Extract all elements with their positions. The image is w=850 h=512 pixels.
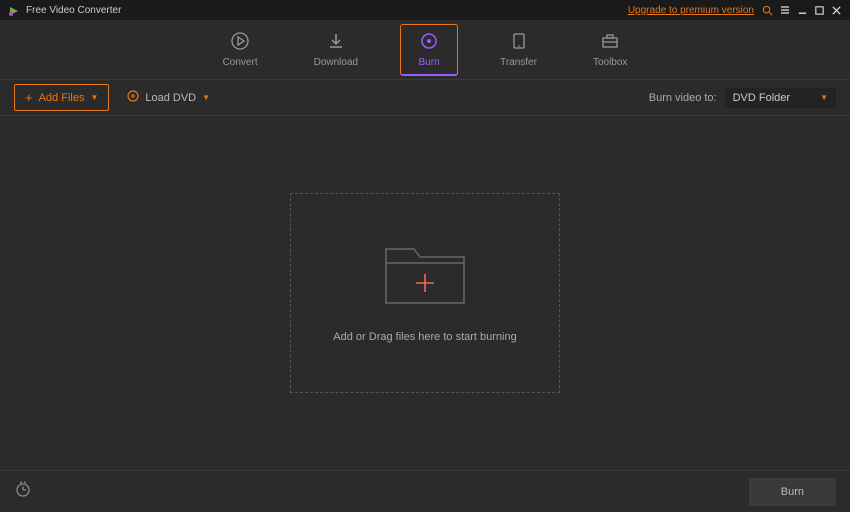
toolbox-icon (600, 31, 620, 51)
disc-icon (127, 90, 139, 105)
caret-down-icon: ▼ (90, 93, 98, 102)
plus-icon: + (25, 90, 33, 105)
window-controls (762, 4, 842, 16)
burn-button[interactable]: Burn (749, 478, 836, 506)
drop-text: Add or Drag files here to start burning (333, 331, 516, 343)
caret-down-icon: ▼ (202, 93, 210, 102)
burn-to-select[interactable]: DVD Folder ▼ (725, 88, 836, 108)
tab-transfer[interactable]: Transfer (486, 25, 551, 74)
toolbar-right: Burn video to: DVD Folder ▼ (649, 88, 836, 108)
tab-download[interactable]: Download (300, 25, 372, 74)
convert-icon (230, 31, 250, 51)
tab-convert[interactable]: Convert (209, 25, 272, 74)
caret-down-icon: ▼ (820, 93, 828, 102)
footer: Burn (0, 470, 850, 512)
burn-button-label: Burn (781, 486, 804, 498)
burn-to-label: Burn video to: (649, 92, 717, 104)
tab-label: Download (314, 57, 358, 68)
add-files-button[interactable]: + Add Files ▼ (14, 84, 109, 111)
main-tabs: Convert Download Burn Transfer Toolbox (0, 20, 850, 80)
search-icon[interactable] (762, 5, 773, 16)
toolbar: + Add Files ▼ Load DVD ▼ Burn video to: … (0, 80, 850, 116)
tab-label: Toolbox (593, 57, 627, 68)
load-dvd-label: Load DVD (145, 92, 196, 104)
tab-toolbox[interactable]: Toolbox (579, 25, 641, 74)
clock-icon[interactable] (14, 480, 32, 503)
minimize-icon[interactable] (797, 5, 808, 16)
tab-label: Convert (223, 57, 258, 68)
tab-burn[interactable]: Burn (400, 24, 458, 76)
menu-icon[interactable] (779, 4, 791, 16)
load-dvd-button[interactable]: Load DVD ▼ (127, 90, 210, 105)
folder-plus-icon (380, 243, 470, 309)
transfer-icon (509, 31, 529, 51)
upgrade-link[interactable]: Upgrade to premium version (628, 5, 754, 16)
burn-to-value: DVD Folder (733, 92, 790, 104)
tab-label: Burn (419, 57, 440, 68)
tab-label: Transfer (500, 57, 537, 68)
burn-icon (419, 31, 439, 51)
app-logo-icon (8, 4, 20, 16)
download-icon (326, 31, 346, 51)
app-title: Free Video Converter (26, 5, 628, 16)
drop-zone[interactable]: Add or Drag files here to start burning (290, 193, 560, 393)
add-files-label: Add Files (39, 92, 85, 104)
maximize-icon[interactable] (814, 5, 825, 16)
close-icon[interactable] (831, 5, 842, 16)
titlebar: Free Video Converter Upgrade to premium … (0, 0, 850, 20)
content-area: Add or Drag files here to start burning (0, 116, 850, 470)
